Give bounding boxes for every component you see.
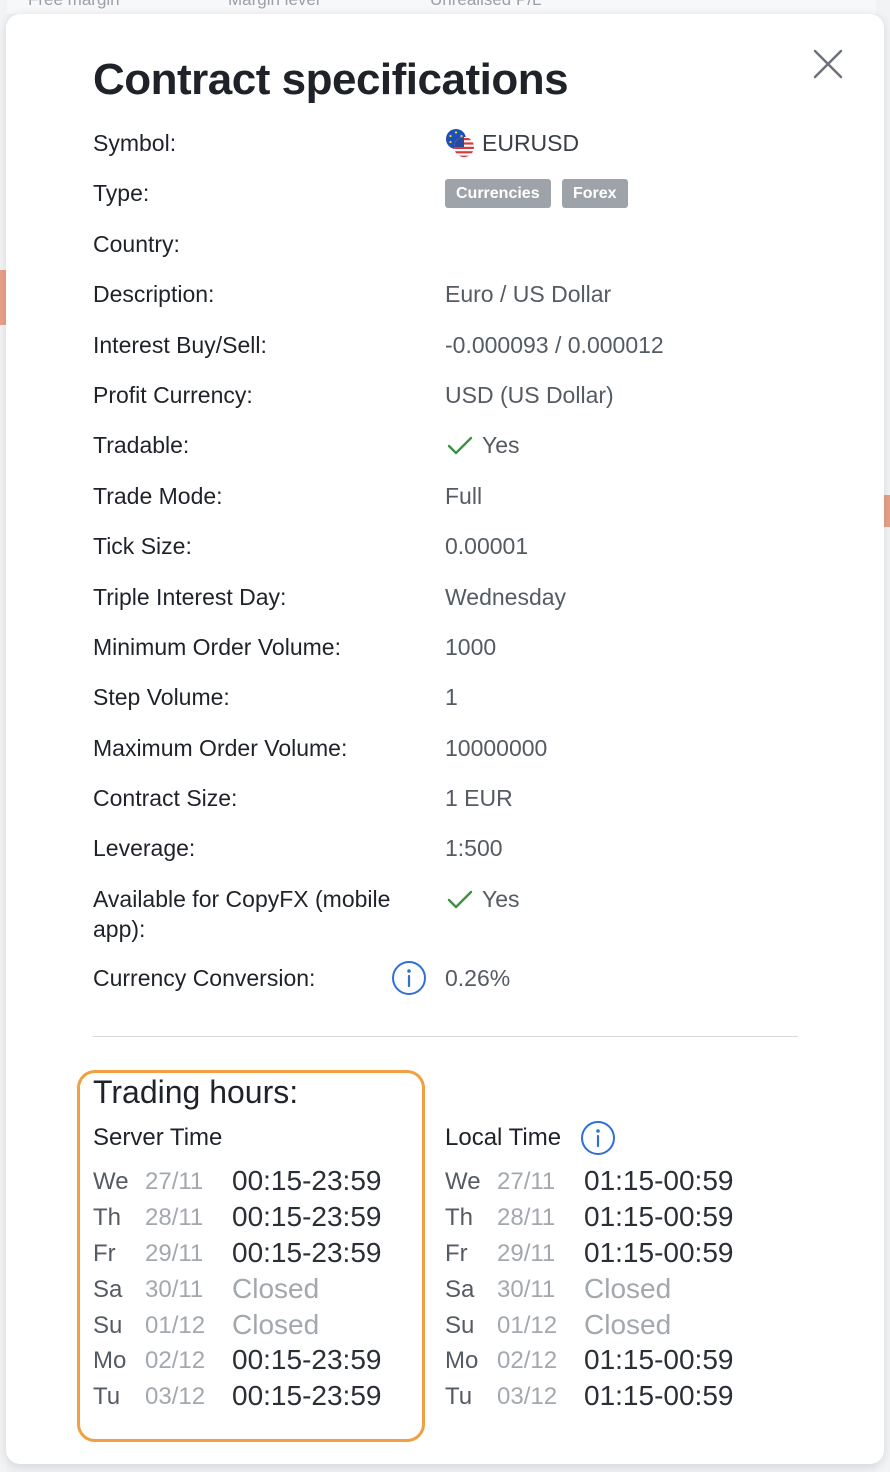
leverage-label: Leverage:: [93, 835, 196, 861]
step-volume-value: 1: [445, 684, 458, 710]
currency-conversion-value: 0.26%: [445, 965, 511, 991]
description-value: Euro / US Dollar: [445, 281, 612, 307]
min-order-volume-value: 1000: [445, 634, 497, 660]
server-row-time: Closed: [232, 1309, 320, 1340]
server-row-time: 00:15-23:59: [232, 1237, 382, 1268]
local-row-date: 30/11: [497, 1276, 556, 1303]
local-row-time: Closed: [584, 1273, 672, 1304]
close-icon[interactable]: [812, 48, 844, 80]
server-row-time: 00:15-23:59: [232, 1344, 382, 1375]
margin-level-label: Margin level: [228, 0, 320, 10]
free-margin-label: Free margin: [28, 0, 120, 10]
local-row-time: 01:15-00:59: [584, 1380, 734, 1411]
contract-size-value: 1 EUR: [445, 785, 513, 811]
local-row-date: 29/11: [497, 1240, 556, 1267]
server-row-date: 03/12: [145, 1383, 206, 1410]
leverage-value: 1:500: [445, 835, 503, 861]
symbol-value: EURUSD: [482, 130, 580, 156]
server-time-heading: Server Time: [93, 1124, 223, 1151]
symbol-label: Symbol:: [93, 130, 177, 156]
server-row-day: Su: [93, 1312, 123, 1339]
interest-value: -0.000093 / 0.000012: [445, 332, 664, 358]
local-row-day: Su: [445, 1312, 475, 1339]
profit-currency-label: Profit Currency:: [93, 382, 253, 408]
local-row-date: 28/11: [497, 1204, 556, 1231]
info-icon[interactable]: [391, 960, 427, 996]
trade-mode-label: Trade Mode:: [93, 483, 223, 509]
country-label: Country:: [93, 231, 180, 257]
section-divider: [93, 1036, 798, 1037]
server-row-date: 02/12: [145, 1347, 206, 1374]
server-row-date: 01/12: [145, 1312, 206, 1339]
contract-size-label: Contract Size:: [93, 785, 238, 811]
info-icon[interactable]: [580, 1120, 616, 1156]
currency-conversion-label: Currency Conversion:: [93, 965, 316, 991]
local-row-day: Th: [445, 1204, 474, 1231]
tick-size-value: 0.00001: [445, 533, 529, 559]
local-row-time: 01:15-00:59: [584, 1201, 734, 1232]
dialog-title: Contract specifications: [93, 55, 569, 104]
server-row-time: 00:15-23:59: [232, 1380, 382, 1411]
background-price-marker: [884, 495, 890, 527]
local-row-time: Closed: [584, 1309, 672, 1340]
unrealised-pl-label: Unrealised P/L: [430, 0, 542, 10]
trade-mode-value: Full: [445, 483, 483, 509]
tradable-value: Yes: [482, 432, 520, 458]
min-order-volume-label: Minimum Order Volume:: [93, 634, 341, 660]
profit-currency-value: USD (US Dollar): [445, 382, 614, 408]
type-label: Type:: [93, 180, 150, 206]
eu-us-flag-icon: [446, 129, 474, 157]
local-row-day: Sa: [445, 1276, 475, 1303]
max-order-volume-label: Maximum Order Volume:: [93, 735, 348, 761]
server-row-date: 30/11: [145, 1276, 204, 1303]
max-order-volume-value: 10000000: [445, 735, 548, 761]
type-tag-forex: Forex: [562, 179, 628, 208]
server-row-date: 28/11: [145, 1204, 204, 1231]
server-row-day: Tu: [93, 1383, 121, 1410]
background-account-bar: Free margin Margin level Unrealised P/L: [0, 0, 890, 14]
local-row-day: Tu: [445, 1383, 473, 1410]
local-row-time: 01:15-00:59: [584, 1237, 734, 1268]
step-volume-label: Step Volume:: [93, 684, 230, 710]
server-row-day: Th: [93, 1204, 122, 1231]
local-row-day: Mo: [445, 1347, 479, 1374]
server-row-day: Fr: [93, 1240, 116, 1267]
copyfx-label: Available for CopyFX (mobile app):: [93, 886, 391, 942]
tick-size-label: Tick Size:: [93, 533, 192, 559]
copyfx-value: Yes: [482, 886, 520, 912]
triple-interest-day-label: Triple Interest Day:: [93, 584, 287, 610]
local-row-time: 01:15-00:59: [584, 1165, 734, 1196]
trading-hours-title: Trading hours:: [93, 1074, 299, 1110]
server-row-day: Mo: [93, 1347, 127, 1374]
check-icon: [447, 436, 473, 455]
server-row-date: 27/11: [145, 1168, 204, 1195]
local-row-date: 27/11: [497, 1168, 556, 1195]
tradable-label: Tradable:: [93, 432, 190, 458]
local-row-day: We: [445, 1168, 481, 1195]
server-row-date: 29/11: [145, 1240, 204, 1267]
local-row-day: Fr: [445, 1240, 468, 1267]
server-row-time: 00:15-23:59: [232, 1201, 382, 1232]
local-row-date: 01/12: [497, 1312, 558, 1339]
interest-label: Interest Buy/Sell:: [93, 332, 267, 358]
local-row-date: 02/12: [497, 1347, 558, 1374]
triple-interest-day-value: Wednesday: [445, 584, 567, 610]
close-button[interactable]: [812, 48, 844, 80]
server-row-time: Closed: [232, 1273, 320, 1304]
type-tag-currencies: Currencies: [445, 179, 551, 208]
server-row-day: We: [93, 1168, 129, 1195]
local-time-heading: Local Time: [445, 1124, 562, 1151]
check-icon: [447, 890, 473, 909]
description-label: Description:: [93, 281, 215, 307]
local-row-date: 03/12: [497, 1383, 558, 1410]
server-row-day: Sa: [93, 1276, 123, 1303]
server-row-time: 00:15-23:59: [232, 1165, 382, 1196]
local-row-time: 01:15-00:59: [584, 1344, 734, 1375]
